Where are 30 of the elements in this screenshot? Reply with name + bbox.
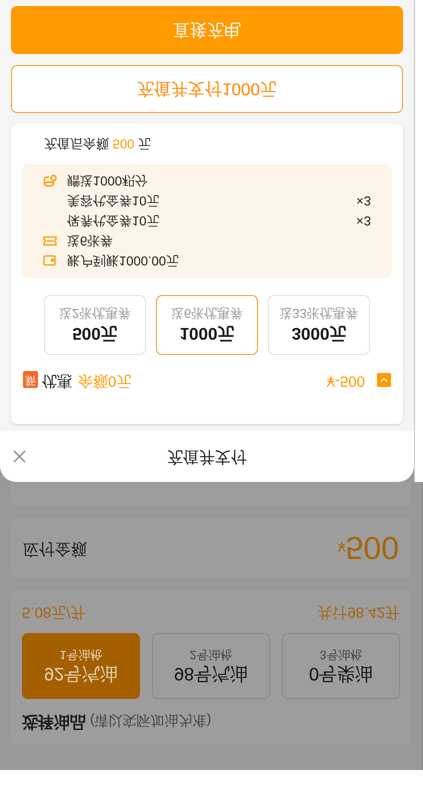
fuel-volume: 共计98.42升 (317, 602, 400, 622)
plan-option[interactable]: 送6张优惠券 1000元 (156, 294, 258, 354)
new-badge: 新 (23, 371, 38, 388)
discount-label: 优惠 (42, 371, 72, 391)
payable-label: 应付金额 (23, 539, 87, 559)
balance-text: 余额0元 (78, 371, 132, 391)
benefit-text: 账户到账1000.00元 (67, 252, 180, 270)
benefit-count: ×3 (356, 192, 371, 210)
sheet-title: 充值并支付 (167, 447, 247, 467)
unit-price: 5.08元/升 (22, 602, 86, 622)
section-title: 选择油品 (22, 712, 86, 732)
benefit-text: 保养代金券10元 (67, 212, 160, 230)
fuel-option[interactable]: 3号油枪 0号柴油 (282, 632, 400, 698)
benefit-text: 赠送1000积分 (67, 172, 149, 190)
benefit-count: ×3 (356, 212, 371, 230)
fuel-option[interactable]: 1号油枪 92号汽油 (22, 632, 140, 698)
benefit-text: 美容代金券10元 (67, 192, 160, 210)
fuel-option[interactable]: 2号油枪 98号汽油 (152, 632, 270, 698)
plan-option[interactable]: 送33张优惠券 3000元 (268, 294, 370, 354)
close-icon[interactable] (13, 450, 26, 463)
plan-option[interactable]: 送2张优惠券 500元 (44, 294, 146, 354)
chevron-icon[interactable] (377, 372, 391, 387)
wallet-icon (43, 254, 57, 267)
benefit-text: 送6张券 (67, 232, 114, 250)
payable-amount: ¥500 (338, 532, 399, 564)
discount-amount: ¥-500 (326, 371, 365, 391)
ticket-icon (43, 234, 57, 246)
coins-icon (43, 174, 57, 188)
balance-summary: 充值后余额 500 元 (43, 136, 152, 154)
section-hint: (请以实际加油为准) (90, 712, 212, 730)
